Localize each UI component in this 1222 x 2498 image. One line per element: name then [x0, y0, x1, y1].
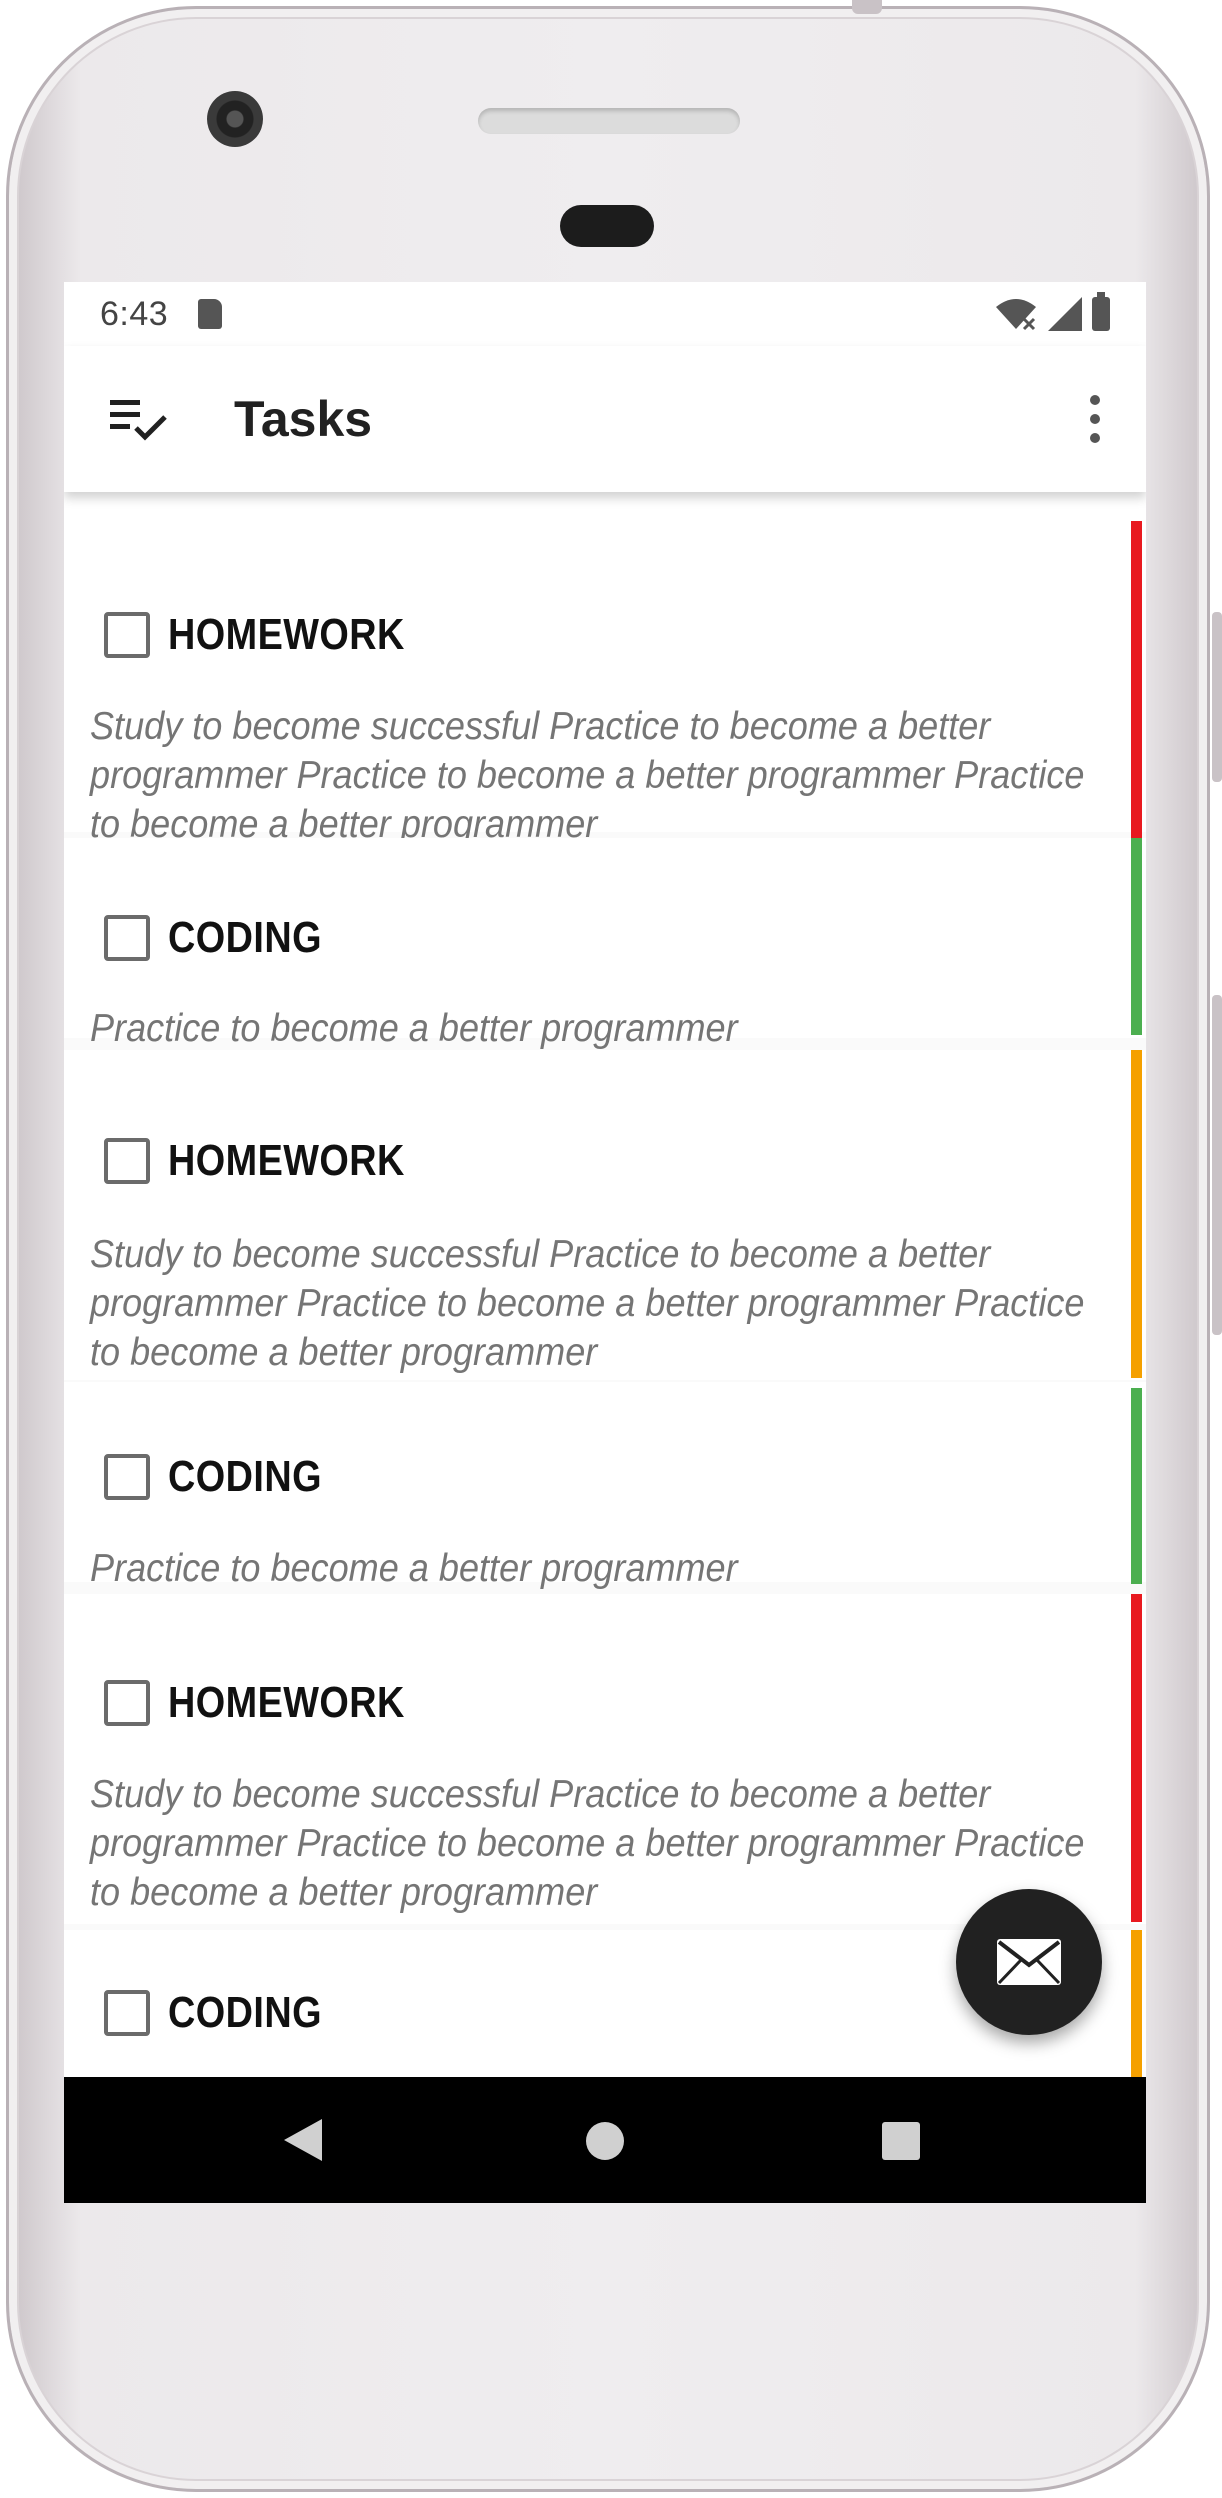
task-checkbox[interactable] [104, 1138, 150, 1184]
task-description: Study to become successful Practice to b… [90, 1773, 1085, 1914]
task-title: CODING [168, 1452, 322, 1501]
priority-indicator [1131, 1050, 1142, 1378]
sd-card-icon [198, 299, 223, 329]
speaker-grill [478, 108, 740, 134]
home-icon[interactable] [586, 2122, 624, 2160]
system-nav-bar [64, 2077, 1146, 2203]
task-title: HOMEWORK [168, 610, 405, 659]
task-title: CODING [168, 913, 322, 962]
task-title: HOMEWORK [168, 1678, 405, 1727]
screen: 6:43 Tasks HOMEWORK Study to become succ… [64, 282, 1146, 2203]
priority-indicator [1131, 1388, 1142, 1584]
task-description: Practice to become a better programmer [90, 1007, 738, 1050]
task-description: Practice to become a better programmer [90, 1547, 738, 1590]
page-title: Tasks [234, 391, 373, 447]
task-title-row: HOMEWORK [104, 1136, 443, 1186]
task-checkbox[interactable] [104, 1680, 150, 1726]
more-vert-icon[interactable] [1090, 395, 1102, 443]
task-item[interactable]: CODING Practice to become a better progr… [64, 838, 1146, 1050]
compose-fab[interactable] [956, 1889, 1102, 2035]
task-title-row: CODING [104, 1988, 347, 2038]
task-title: HOMEWORK [168, 1136, 405, 1185]
app-bar: Tasks [64, 346, 1146, 492]
task-description: Study to become successful Practice to b… [90, 1233, 1085, 1374]
priority-indicator [1131, 521, 1142, 849]
task-checkbox[interactable] [104, 1990, 150, 2036]
task-checkbox[interactable] [104, 612, 150, 658]
status-bar: 6:43 [64, 282, 1146, 346]
earpiece-sensor [560, 205, 654, 247]
task-checkbox[interactable] [104, 1454, 150, 1500]
back-icon[interactable] [284, 2119, 322, 2161]
task-item[interactable]: CODING Practice to become a better progr… [64, 1382, 1146, 1590]
mail-icon [997, 1939, 1061, 1985]
priority-indicator [1131, 1930, 1142, 2080]
task-item[interactable]: HOMEWORK Study to become successful Prac… [64, 1594, 1146, 1924]
priority-indicator [1131, 1594, 1142, 1922]
task-title-row: CODING [104, 1452, 347, 1502]
task-title: CODING [168, 1988, 322, 2037]
signal-icon [1048, 297, 1082, 331]
status-icons [994, 292, 1110, 331]
volume-button [1212, 612, 1222, 782]
recents-icon[interactable] [882, 2122, 920, 2160]
priority-indicator [1131, 838, 1142, 1035]
front-camera [207, 91, 263, 147]
task-title-row: HOMEWORK [104, 1678, 443, 1728]
task-checkbox[interactable] [104, 915, 150, 961]
task-item[interactable]: HOMEWORK Study to become successful Prac… [64, 492, 1146, 849]
status-time: 6:43 [100, 294, 169, 333]
task-title-row: CODING [104, 913, 347, 963]
power-button [852, 0, 882, 14]
battery-icon [1092, 292, 1110, 331]
task-description: Study to become successful Practice to b… [90, 705, 1085, 846]
wifi-icon [996, 299, 1036, 331]
task-list: HOMEWORK Study to become successful Prac… [64, 492, 1146, 2092]
task-item[interactable]: HOMEWORK Study to become successful Prac… [64, 1050, 1146, 1380]
task-title-row: HOMEWORK [104, 610, 443, 660]
checklist-icon[interactable] [110, 396, 168, 442]
side-button [1212, 995, 1222, 1335]
